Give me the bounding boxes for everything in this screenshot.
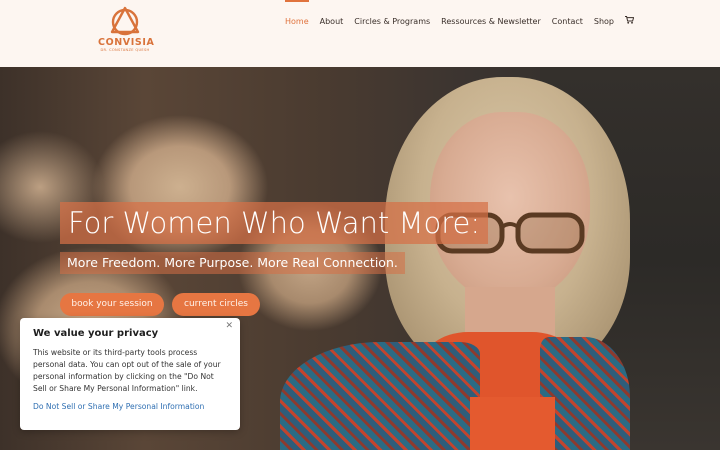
book-session-button[interactable]: book your session xyxy=(60,293,164,316)
privacy-body: This website or its third-party tools pr… xyxy=(33,348,221,393)
privacy-title: We value your privacy xyxy=(33,328,159,339)
hero-photo-jacket-left xyxy=(280,342,480,450)
nav-item-ressources-newsletter[interactable]: Ressources & Newsletter xyxy=(441,0,541,44)
logo-triangle-icon xyxy=(110,6,140,36)
logo-tagline: DR. CONSTANZE QUESH xyxy=(100,48,150,52)
nav-item-circles-programs[interactable]: Circles & Programs xyxy=(354,0,430,44)
nav-item-home[interactable]: Home xyxy=(285,0,309,44)
nav-item-about[interactable]: About xyxy=(320,0,344,44)
hero-subline: More Freedom. More Purpose. More Real Co… xyxy=(60,252,405,274)
hero-headline: For Women Who Want More: xyxy=(60,202,489,244)
nav-item-contact[interactable]: Contact xyxy=(552,0,583,44)
current-circles-button[interactable]: current circles xyxy=(172,293,260,316)
do-not-sell-link[interactable]: Do Not Sell or Share My Personal Informa… xyxy=(33,402,227,411)
logo-name: CONVISIA xyxy=(98,37,155,48)
close-icon[interactable]: ✕ xyxy=(225,321,233,331)
hero-photo-shirt xyxy=(470,397,555,450)
cart-icon[interactable] xyxy=(625,0,635,44)
privacy-notice: ✕ We value your privacy This website or … xyxy=(20,318,240,430)
site-header: CONVISIA DR. CONSTANZE QUESH Home About … xyxy=(0,0,720,67)
logo[interactable]: CONVISIA DR. CONSTANZE QUESH xyxy=(98,6,155,62)
nav-item-shop[interactable]: Shop xyxy=(594,0,614,44)
main-nav: Home About Circles & Programs Ressources… xyxy=(285,0,635,44)
